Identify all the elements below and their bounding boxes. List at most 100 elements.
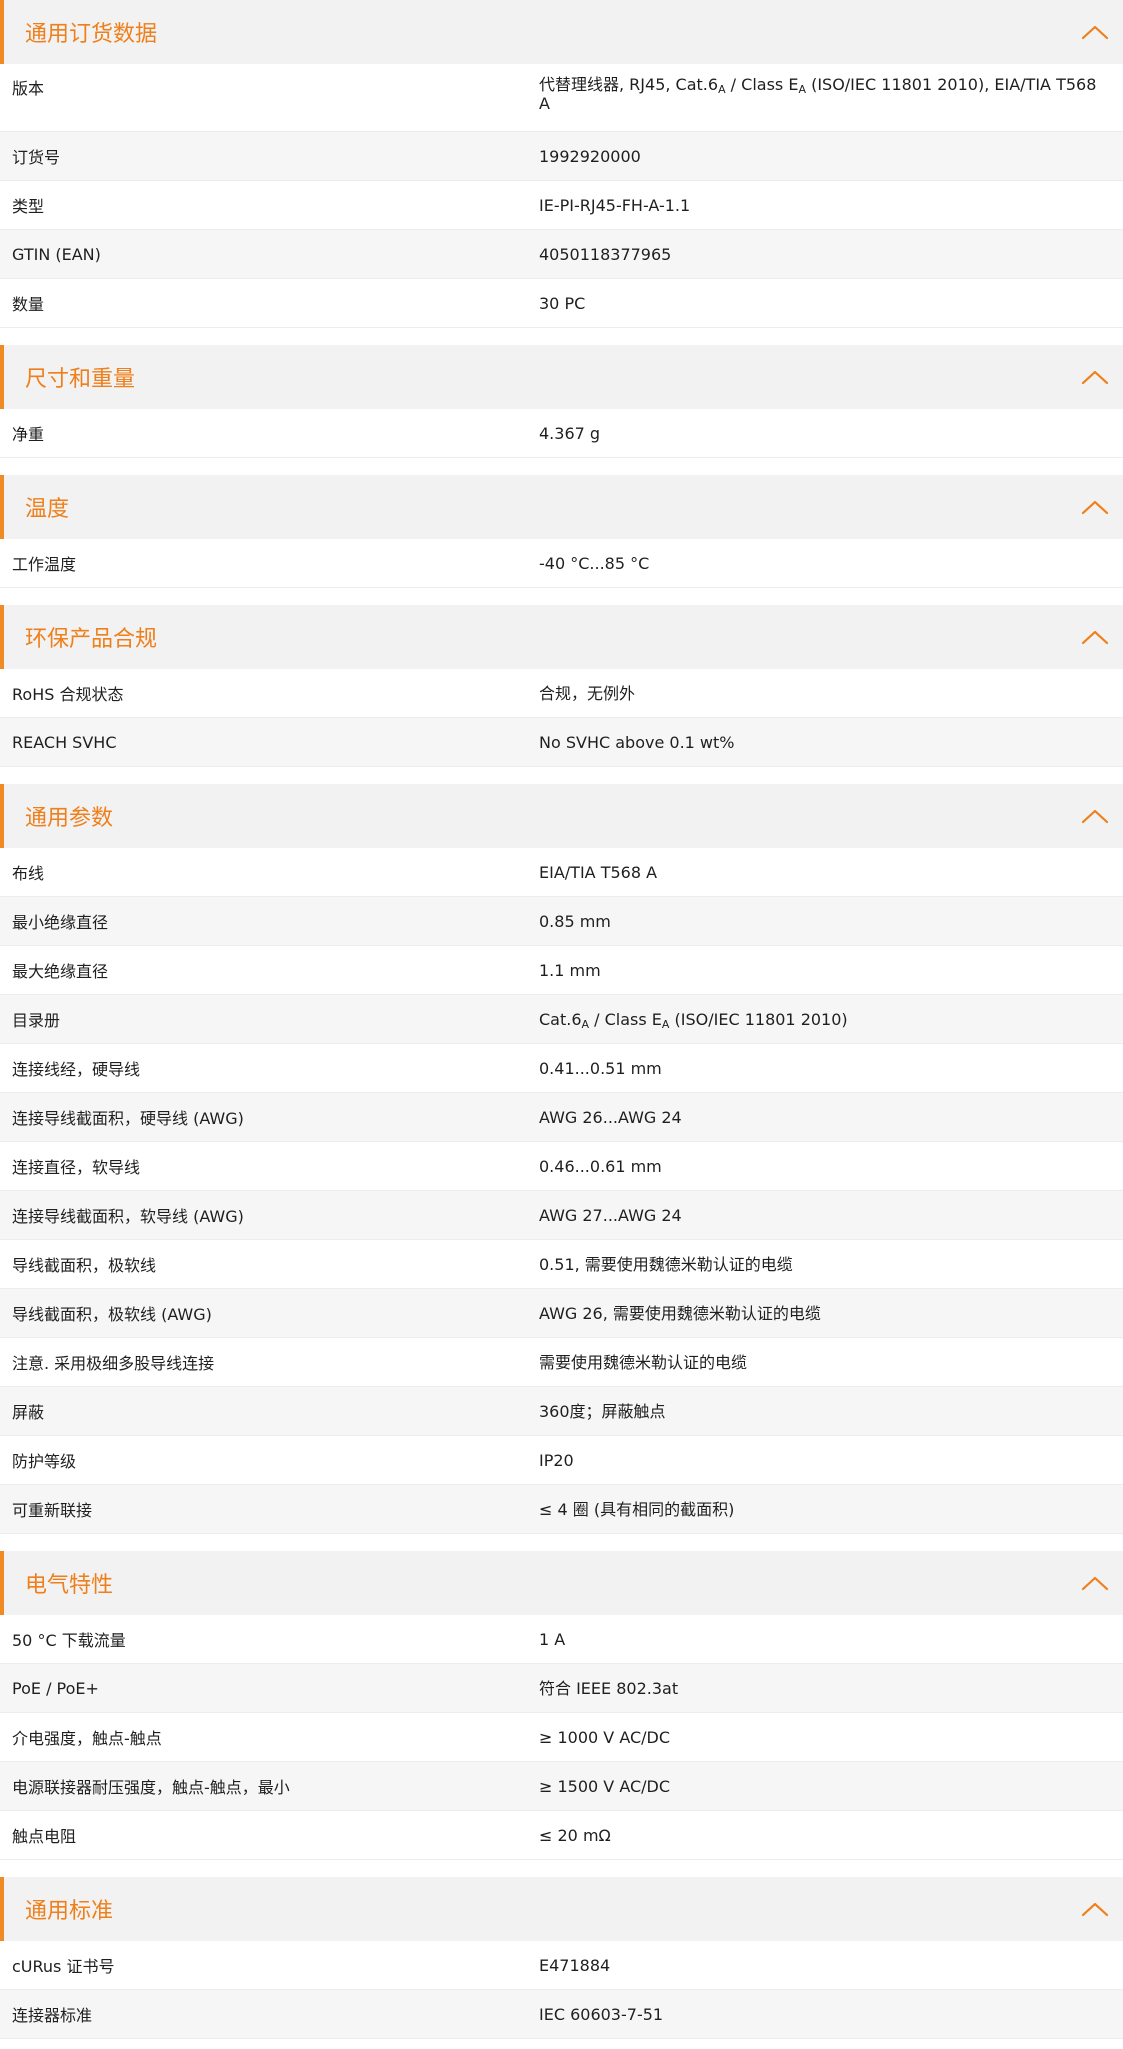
row-value: 1 A [539, 1629, 566, 1649]
spec-page: 通用订货数据版本 代替理线器, RJ45, Cat.6A / Class EA (… [0, 0, 1123, 2039]
row-value: IE-PI-RJ45-FH-A-1.1 [539, 195, 691, 215]
row-label: REACH SVHC [12, 732, 117, 752]
table-row: 连接导线截面积，软导线 (AWG) AWG 27...AWG 24 [0, 1191, 1123, 1240]
table-row: 目录册 Cat.6A / Class EA (ISO/IEC 11801 2010… [0, 995, 1123, 1044]
row-value: 1.1 mm [539, 960, 601, 980]
value-subscript: A [798, 83, 806, 96]
row-value: EIA/TIA T568 A [539, 862, 658, 882]
table-row: 工作温度 -40 °C...85 °C [0, 539, 1123, 588]
row-value: 0.46...0.61 mm [539, 1156, 662, 1176]
value-text: / Class E [589, 1009, 662, 1029]
section-environment: 环保产品合规 RoHS 合规状态 合规，无例外 REACH SVHC No SVHC a… [0, 605, 1123, 767]
row-label: 50 °C 下载流量 [12, 1631, 126, 1650]
row-value: 1992920000 [539, 146, 641, 166]
table-row: GTIN (EAN) 4050118377965 [0, 230, 1123, 279]
table-row: 连接线经，硬导线 0.41...0.51 mm [0, 1044, 1123, 1093]
section-header-environment[interactable]: 环保产品合规 [0, 605, 1123, 669]
value-text: / Class E [725, 75, 799, 94]
row-label: 连接导线截面积，软导线 (AWG) [12, 1207, 244, 1226]
row-label: 工作温度 [12, 555, 77, 574]
row-value: AWG 27...AWG 24 [539, 1205, 682, 1225]
row-value: 4.367 g [539, 423, 601, 443]
row-label: 电源联接器耐压强度，触点-触点，最小 [12, 1778, 290, 1797]
row-label: 连接器标准 [12, 2006, 93, 2025]
row-value: 合规，无例外 [539, 683, 636, 703]
value-subscript: A [718, 83, 726, 96]
row-value: 代替理线器, RJ45, Cat.6A / Class EA (ISO/IEC … [539, 75, 1123, 113]
table-row: 数量 30 PC [0, 279, 1123, 328]
chevron-up-icon[interactable] [1081, 808, 1109, 824]
row-label: 注意. 采用极细多股导线连接 [12, 1354, 215, 1373]
row-label: 连接线经，硬导线 [12, 1060, 141, 1079]
row-label: cURus 证书号 [12, 1957, 115, 1976]
row-label: 触点电阻 [12, 1827, 77, 1846]
row-label: 防护等级 [12, 1452, 77, 1471]
table-row: 电源联接器耐压强度，触点-触点，最小 ≥ 1500 V AC/DC [0, 1762, 1123, 1811]
table-row: RoHS 合规状态 合规，无例外 [0, 669, 1123, 718]
table-row: 导线截面积，极软线 0.51, 需要使用魏德米勒认证的电缆 [0, 1240, 1123, 1289]
row-label: 目录册 [12, 1011, 61, 1030]
table-row: 触点电阻 ≤ 20 mΩ [0, 1811, 1123, 1860]
row-value: ≤ 20 mΩ [539, 1825, 611, 1845]
section-header-temperature[interactable]: 温度 [0, 475, 1123, 539]
row-value: 0.41...0.51 mm [539, 1058, 662, 1078]
row-value: 符合 IEEE 802.3at [539, 1678, 679, 1698]
row-label: 布线 [12, 864, 45, 883]
value-text: (ISO/IEC 11801 2010) [669, 1009, 848, 1029]
table-row: PoE / PoE+ 符合 IEEE 802.3at [0, 1664, 1123, 1713]
table-row: 50 °C 下载流量 1 A [0, 1615, 1123, 1664]
row-value: AWG 26...AWG 24 [539, 1107, 682, 1127]
row-label: 屏蔽 [12, 1403, 45, 1422]
section-general: 通用参数布线 EIA/TIA T568 A 最小绝缘直径 0.85 mm 最大绝缘直径 1… [0, 784, 1123, 1534]
table-row: 连接器标准 IEC 60603-7-51 [0, 1990, 1123, 2039]
section-title: 通用订货数据 [25, 22, 158, 47]
chevron-up-icon[interactable] [1081, 24, 1109, 40]
row-label: GTIN (EAN) [12, 244, 101, 264]
table-row: 导线截面积，极软线 (AWG) AWG 26, 需要使用魏德米勒认证的电缆 [0, 1289, 1123, 1338]
table-row: 最大绝缘直径 1.1 mm [0, 946, 1123, 995]
section-header-dimensions[interactable]: 尺寸和重量 [0, 345, 1123, 409]
chevron-up-icon[interactable] [1081, 499, 1109, 515]
section-header-standards[interactable]: 通用标准 [0, 1877, 1123, 1941]
table-row: 净重 4.367 g [0, 409, 1123, 458]
section-header-electrical[interactable]: 电气特性 [0, 1551, 1123, 1615]
value-text: Cat.6 [539, 1009, 582, 1029]
chevron-up-icon[interactable] [1081, 1901, 1109, 1917]
row-value: 30 PC [539, 293, 586, 313]
section-title: 尺寸和重量 [25, 367, 136, 392]
section-title: 通用标准 [25, 1899, 114, 1924]
row-value: ≤ 4 圈 (具有相同的截面积) [539, 1499, 735, 1519]
table-row: 防护等级 IP20 [0, 1436, 1123, 1485]
row-value: ≥ 1500 V AC/DC [539, 1776, 671, 1796]
row-value: IP20 [539, 1450, 574, 1470]
row-value: 0.85 mm [539, 911, 611, 931]
table-row: REACH SVHC No SVHC above 0.1 wt% [0, 718, 1123, 767]
table-row: 类型 IE-PI-RJ45-FH-A-1.1 [0, 181, 1123, 230]
row-value: IEC 60603-7-51 [539, 2004, 664, 2024]
row-label: 最大绝缘直径 [12, 962, 109, 981]
chevron-up-icon[interactable] [1081, 369, 1109, 385]
chevron-up-icon[interactable] [1081, 1575, 1109, 1591]
row-label: 数量 [12, 295, 45, 314]
table-row: cURus 证书号 E471884 [0, 1941, 1123, 1990]
row-label: 连接导线截面积，硬导线 (AWG) [12, 1109, 244, 1128]
row-label: 最小绝缘直径 [12, 913, 109, 932]
table-row: 连接导线截面积，硬导线 (AWG) AWG 26...AWG 24 [0, 1093, 1123, 1142]
section-electrical: 电气特性 50 °C 下载流量 1 A PoE / PoE+ 符合 IEEE 802.3… [0, 1551, 1123, 1860]
row-label: 可重新联接 [12, 1501, 93, 1520]
chevron-up-icon[interactable] [1081, 629, 1109, 645]
section-header-ordering[interactable]: 通用订货数据 [0, 0, 1123, 64]
row-label: 连接直径，软导线 [12, 1158, 141, 1177]
table-row: 注意. 采用极细多股导线连接 需要使用魏德米勒认证的电缆 [0, 1338, 1123, 1387]
row-label: 介电强度，触点-触点 [12, 1729, 162, 1748]
row-label: PoE / PoE+ [12, 1678, 99, 1698]
row-label: 版本 [12, 79, 45, 98]
section-header-general[interactable]: 通用参数 [0, 784, 1123, 848]
table-row: 屏蔽 360度；屏蔽触点 [0, 1387, 1123, 1436]
section-title: 温度 [25, 497, 70, 522]
row-label: RoHS 合规状态 [12, 685, 124, 704]
table-row: 版本 代替理线器, RJ45, Cat.6A / Class EA (ISO/IE… [0, 64, 1123, 132]
section-standards: 通用标准 cURus 证书号 E471884 连接器标准 IEC 60603-7-51 [0, 1877, 1123, 2039]
row-value: AWG 26, 需要使用魏德米勒认证的电缆 [539, 1303, 821, 1323]
row-label: 类型 [12, 197, 45, 216]
